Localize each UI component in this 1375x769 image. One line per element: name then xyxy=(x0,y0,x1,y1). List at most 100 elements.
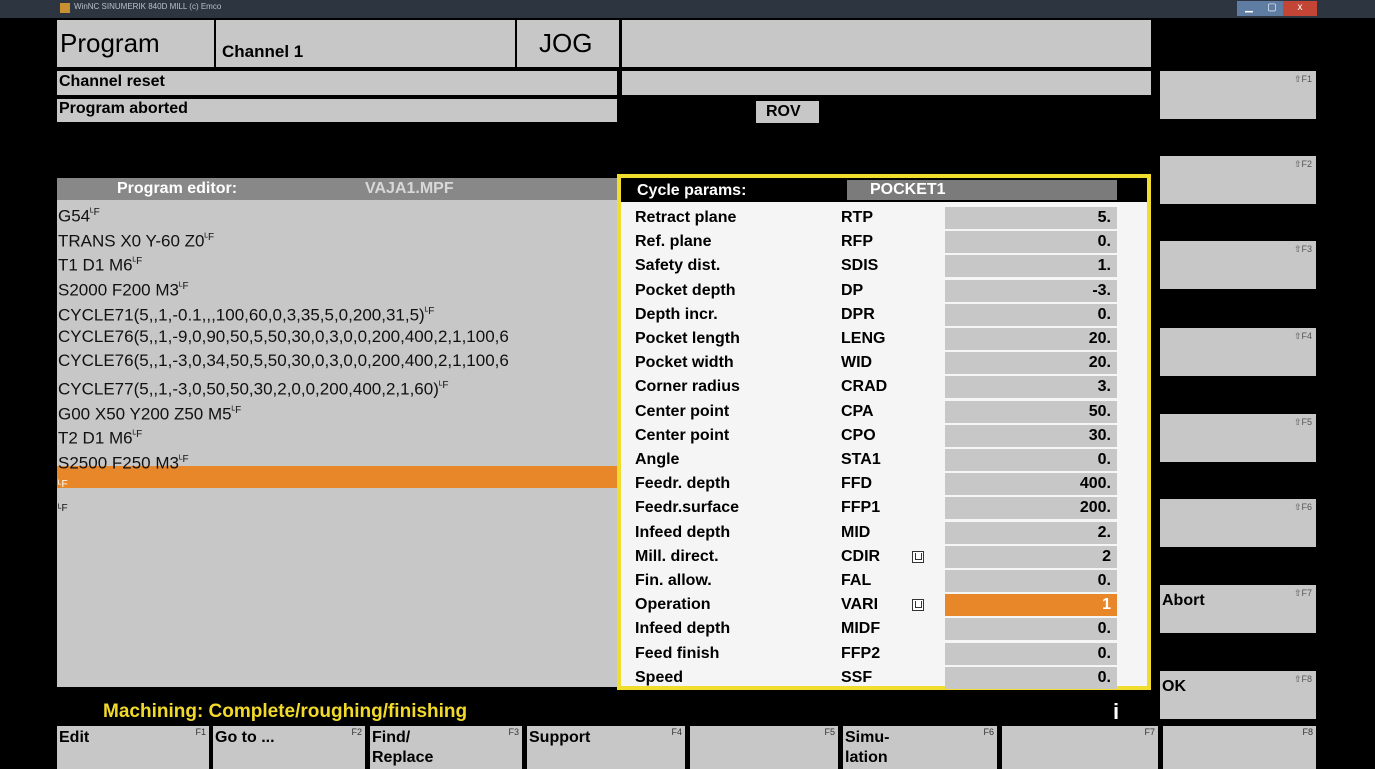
code-line[interactable]: CYCLE76(5,,1,-9,0,90,50,5,50,30,0,3,0,0,… xyxy=(58,325,509,349)
param-row: Center point CPO 30. xyxy=(621,424,1147,448)
param-value-field[interactable]: 50. xyxy=(945,400,1117,423)
param-name: RTP xyxy=(841,209,873,226)
param-value-field[interactable]: 0. xyxy=(945,570,1117,592)
param-name: STA1 xyxy=(841,451,881,468)
param-value-field[interactable]: 0. xyxy=(945,618,1117,641)
param-name: FFP1 xyxy=(841,499,881,517)
editor-filename: VAJA1.MPF xyxy=(365,180,454,197)
softkey-label-line1: Simu- xyxy=(845,729,890,746)
alarm-line xyxy=(622,71,1151,95)
param-value-field[interactable]: 0. xyxy=(945,303,1117,326)
vertical-softkey-4[interactable]: ⇧F4 xyxy=(1160,328,1316,376)
code-line[interactable]: TRANS X0 Y-60 Z0ᴸF xyxy=(58,226,214,250)
channel-box: Channel 1 xyxy=(216,20,515,67)
param-label: Feedr.surface xyxy=(635,499,740,517)
param-value-field[interactable]: 1 xyxy=(945,594,1117,617)
param-row: Mill. direct. CDIR 2 xyxy=(621,545,1147,569)
channel-status-bar: Channel reset xyxy=(57,71,617,95)
param-label: Safety dist. xyxy=(635,257,721,275)
vertical-softkey-7[interactable]: ⇧F7 Abort xyxy=(1160,585,1316,633)
mode-label: JOG xyxy=(539,28,593,58)
param-value-field[interactable]: 0. xyxy=(945,231,1117,254)
minimize-icon[interactable]: ▁ xyxy=(1237,1,1261,16)
param-value-field[interactable]: -3. xyxy=(945,279,1117,302)
vertical-softkey-5[interactable]: ⇧F5 xyxy=(1160,414,1316,462)
code-line-text: G00 X50 Y200 Z50 M5 xyxy=(58,404,232,424)
toggle-icon[interactable] xyxy=(912,550,924,563)
close-icon[interactable]: x xyxy=(1283,1,1317,16)
softkey-key-label: F8 xyxy=(1302,727,1313,737)
param-name: FFD xyxy=(841,475,873,493)
param-value-field[interactable]: 400. xyxy=(945,473,1117,496)
param-value-field[interactable]: 2. xyxy=(945,521,1117,544)
softkey-label: Edit xyxy=(59,728,89,748)
message-line: Machining: Complete/roughing/finishing xyxy=(103,701,468,722)
code-line[interactable]: S2000 F200 M3ᴸF xyxy=(58,275,189,300)
param-value-field[interactable]: 0. xyxy=(945,642,1117,665)
horizontal-softkey-f4[interactable]: F4 Support xyxy=(527,726,685,769)
cycle-params-dialog: Cycle params: POCKET1 Retract plane RTP 5.… xyxy=(617,174,1151,690)
line-feed-icon: ᴸF xyxy=(231,404,242,416)
param-value-field[interactable]: 2 xyxy=(945,545,1117,568)
param-name: CPA xyxy=(841,402,874,420)
rov-label: ROV xyxy=(766,103,801,120)
code-line[interactable]: CYCLE77(5,,1,-3,0,50,50,30,2,0,0,200,400… xyxy=(58,374,449,399)
param-value-field[interactable]: 0. xyxy=(945,666,1117,689)
code-line-text: S2500 F250 M3 xyxy=(58,453,179,473)
softkey-key-label: ⇧F6 xyxy=(1293,502,1312,512)
code-line-text: T1 D1 M6 xyxy=(58,256,133,276)
code-line[interactable]: G00 X50 Y200 Z50 M5ᴸF xyxy=(58,399,241,423)
param-value-field[interactable]: 20. xyxy=(945,352,1117,375)
horizontal-softkey-f8[interactable]: F8 xyxy=(1163,726,1316,769)
code-line[interactable]: ᴸF xyxy=(58,497,68,521)
param-name: FFP2 xyxy=(841,644,881,662)
code-line[interactable]: CYCLE71(5,,1,-0.1,,,100,60,0,3,35,5,0,20… xyxy=(58,300,434,324)
vertical-softkey-8[interactable]: ⇧F8 OK xyxy=(1160,671,1316,719)
vertical-softkey-1[interactable]: ⇧F1 xyxy=(1160,71,1316,119)
param-value-field[interactable]: 1. xyxy=(945,255,1117,278)
param-value-field[interactable]: 0. xyxy=(945,449,1117,471)
vertical-softkey-6[interactable]: ⇧F6 xyxy=(1160,499,1316,547)
code-line[interactable]: T1 D1 M6ᴸF xyxy=(58,250,142,276)
param-value-field[interactable]: 200. xyxy=(945,497,1117,520)
operating-area-label: Program xyxy=(60,28,160,58)
param-value-field[interactable]: 3. xyxy=(945,376,1117,399)
info-icon[interactable]: i xyxy=(1113,699,1119,725)
softkey-key-label: ⇧F7 xyxy=(1293,588,1312,598)
param-value-field[interactable]: 30. xyxy=(945,424,1117,447)
toggle-icon[interactable] xyxy=(912,599,924,612)
softkey-key-label: ⇧F8 xyxy=(1293,674,1312,684)
horizontal-softkey-f1[interactable]: F1 Edit xyxy=(57,726,209,769)
mode-box: JOG xyxy=(517,20,619,67)
param-label: Pocket width xyxy=(635,354,734,372)
param-label: Ref. plane xyxy=(635,233,712,251)
code-line-text: G54 xyxy=(58,206,91,226)
param-value-field[interactable]: 5. xyxy=(945,207,1117,229)
vertical-softkey-3[interactable]: ⇧F3 xyxy=(1160,241,1316,289)
maximize-icon[interactable]: ▢ xyxy=(1261,1,1283,16)
line-feed-icon: ᴸF xyxy=(204,231,215,243)
code-line[interactable]: CYCLE76(5,,1,-3,0,34,50,5,50,30,0,3,0,0,… xyxy=(58,349,509,373)
param-label: Retract plane xyxy=(635,209,737,226)
code-line[interactable]: ᴸF xyxy=(58,473,68,497)
operating-area-box: Program xyxy=(57,20,214,67)
code-line[interactable]: G54ᴸF xyxy=(58,201,100,226)
param-row: Ref. plane RFP 0. xyxy=(621,230,1147,254)
param-label: Feed finish xyxy=(635,644,720,662)
vertical-softkey-2[interactable]: ⇧F2 xyxy=(1160,156,1316,204)
code-line[interactable]: S2500 F250 M3ᴸF xyxy=(58,448,189,473)
horizontal-softkey-f6[interactable]: F6 Simu-lation xyxy=(843,726,997,769)
param-label: Center point xyxy=(635,426,730,444)
horizontal-softkey-f3[interactable]: F3 Find/Replace xyxy=(370,726,522,769)
code-line[interactable]: T2 D1 M6ᴸF xyxy=(58,423,142,448)
horizontal-softkey-f2[interactable]: F2 Go to ... xyxy=(213,726,365,769)
program-editor[interactable]: G54ᴸF TRANS X0 Y-60 Z0ᴸF T1 D1 M6ᴸF S2000 F… xyxy=(57,200,617,687)
line-feed-icon: ᴸF xyxy=(178,454,189,465)
param-row: Pocket depth DP -3. xyxy=(621,279,1147,303)
param-label: Pocket depth xyxy=(635,281,736,299)
softkey-key-label: F4 xyxy=(671,727,682,737)
horizontal-softkey-f7[interactable]: F7 xyxy=(1002,726,1158,769)
horizontal-softkey-f5[interactable]: F5 xyxy=(690,726,838,769)
param-label: Fin. allow. xyxy=(635,572,712,589)
param-value-field[interactable]: 20. xyxy=(945,328,1117,350)
